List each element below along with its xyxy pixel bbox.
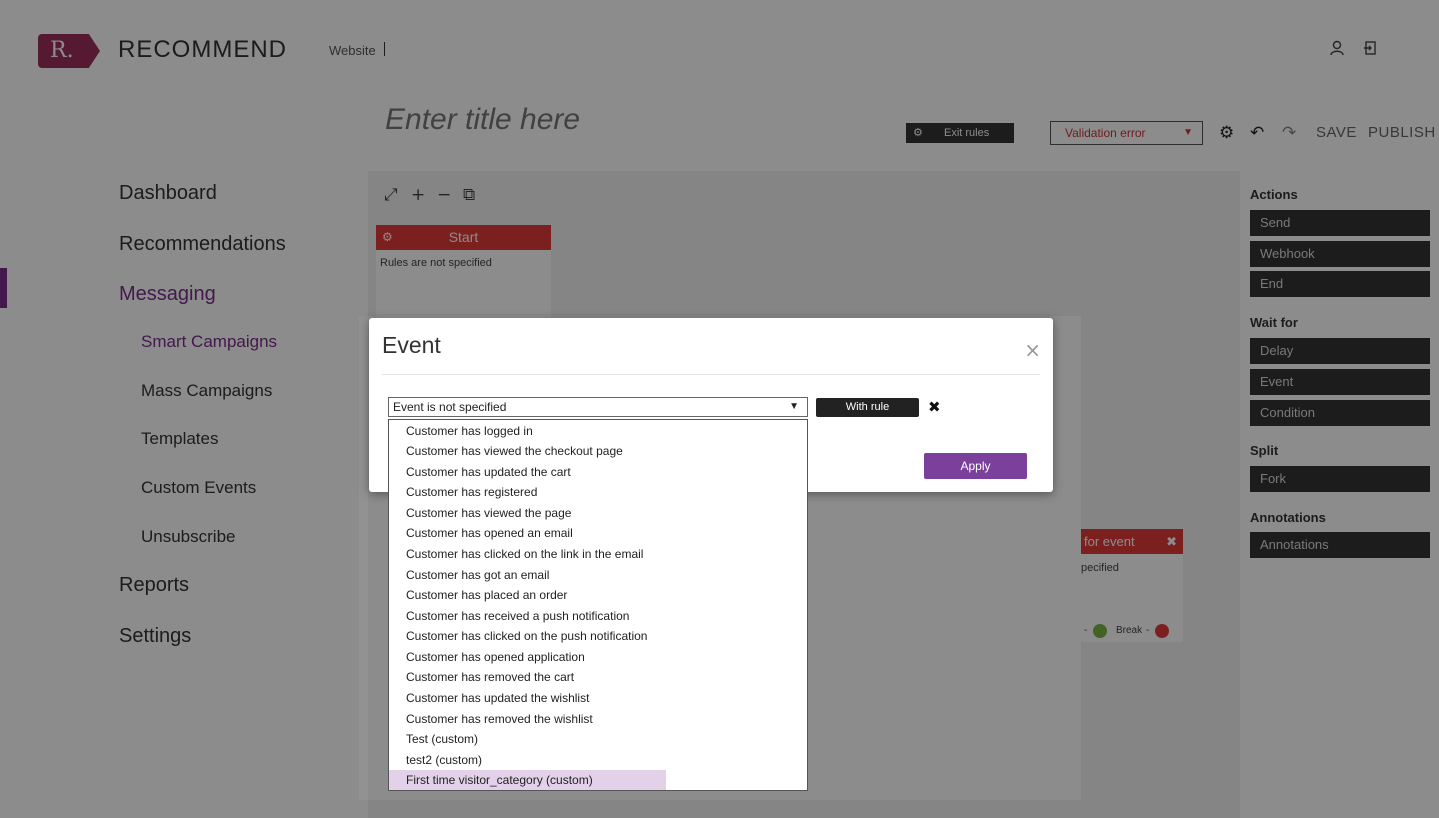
- event-option-highlighted[interactable]: First time visitor_category (custom): [389, 770, 666, 790]
- event-option[interactable]: Customer has opened an email: [389, 523, 573, 543]
- event-options-list[interactable]: Customer has logged in Customer has view…: [388, 419, 808, 791]
- event-option[interactable]: Customer has got an email: [389, 565, 549, 585]
- close-icon[interactable]: ×: [1024, 340, 1041, 360]
- dropdown-arrow-icon: ▼: [789, 401, 799, 412]
- event-option[interactable]: Customer has viewed the checkout page: [389, 441, 623, 461]
- event-option[interactable]: Customer has viewed the page: [389, 503, 571, 523]
- event-option[interactable]: Test (custom): [389, 729, 478, 749]
- apply-button[interactable]: Apply: [924, 453, 1027, 479]
- event-option[interactable]: test2 (custom): [389, 750, 482, 770]
- event-option[interactable]: Customer has clicked on the push notific…: [389, 626, 647, 646]
- event-option[interactable]: Customer has clicked on the link in the …: [389, 544, 643, 564]
- modal-title: Event: [382, 332, 441, 358]
- event-option[interactable]: Customer has opened application: [389, 647, 585, 667]
- with-rule-button[interactable]: With rule: [816, 398, 919, 417]
- event-select-value: Event is not specified: [393, 400, 507, 414]
- event-option[interactable]: Customer has updated the cart: [389, 462, 571, 482]
- event-option[interactable]: Customer has updated the wishlist: [389, 688, 589, 708]
- remove-icon[interactable]: ✖: [928, 398, 941, 416]
- event-option[interactable]: Customer has removed the cart: [389, 667, 574, 687]
- event-option[interactable]: Customer has logged in: [389, 421, 533, 441]
- divider: [382, 374, 1040, 375]
- event-option[interactable]: Customer has removed the wishlist: [389, 709, 593, 729]
- event-select[interactable]: Event is not specified ▼: [388, 397, 808, 417]
- event-option[interactable]: Customer has received a push notificatio…: [389, 606, 629, 626]
- event-option[interactable]: Customer has registered: [389, 482, 537, 502]
- event-option[interactable]: Customer has placed an order: [389, 585, 567, 605]
